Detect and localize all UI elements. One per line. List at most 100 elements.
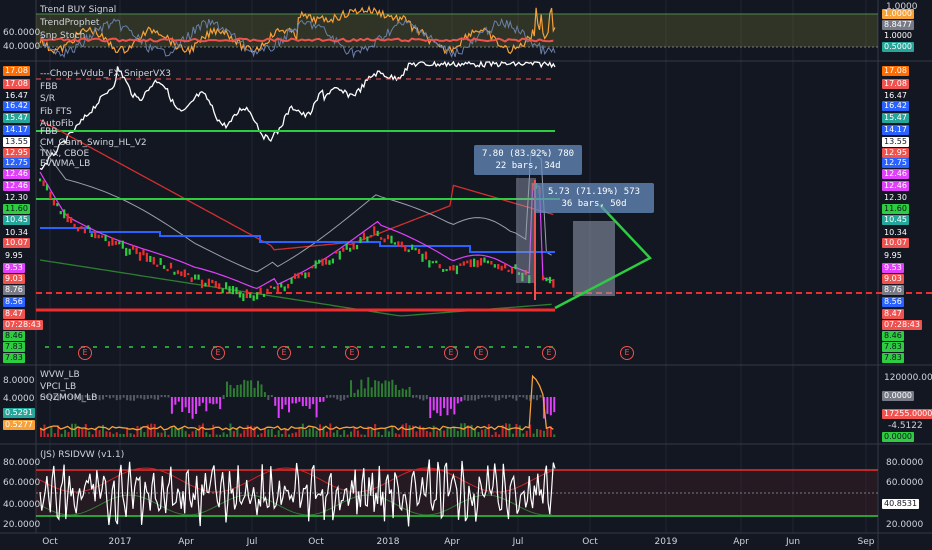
sqzmom-bar (277, 430, 280, 437)
measure-callout-2[interactable]: 5.73 (71.19%) 573 36 bars, 50d (534, 183, 654, 213)
candle (156, 264, 159, 267)
sqzmom-bar (494, 431, 497, 437)
sqzmom-bar (401, 424, 404, 437)
candle (145, 252, 148, 262)
sqzmom-bar (81, 428, 84, 437)
wvw-bar (377, 381, 380, 397)
sqzmom-bar (387, 431, 390, 437)
wvw-bar (208, 397, 211, 404)
right-axis-wvw-neg: -4.5122 (888, 421, 923, 431)
sqzmom-bar (525, 430, 528, 437)
wvw-bar (432, 397, 435, 411)
earnings-marker[interactable]: E (211, 346, 225, 360)
wvw-bar (353, 392, 356, 397)
earnings-marker[interactable]: E (444, 346, 458, 360)
candle (311, 266, 314, 269)
legend-rsidvw[interactable]: (JS) RSIDVW (v1.1) (40, 450, 124, 460)
candle (548, 276, 552, 284)
wvw-bar (315, 397, 318, 418)
wvw-bar (546, 397, 549, 414)
candle (473, 258, 476, 267)
sqzmom-bar (53, 433, 56, 437)
right-price-tag: 16.47 (882, 91, 909, 101)
earnings-marker[interactable]: E (277, 346, 291, 360)
legend-evwma[interactable]: EVWMA_LB (40, 159, 90, 169)
wvw-bar (491, 395, 494, 398)
sqzmom-bar (532, 433, 535, 437)
legend-fbb[interactable]: FBB (40, 82, 58, 92)
sqzmom-bar (377, 431, 380, 437)
earnings-marker[interactable]: E (345, 346, 359, 360)
wvw-bar (298, 397, 301, 402)
sqzmom-bar (511, 433, 514, 437)
sqzmom-bar (363, 434, 366, 437)
candle (118, 241, 121, 245)
earnings-marker[interactable]: E (542, 346, 556, 360)
wvw-bar (322, 397, 325, 402)
sqzmom-bar (84, 424, 87, 437)
candle (104, 234, 107, 242)
wvw-bar (201, 397, 204, 403)
legend-gann[interactable]: CM_Gann_Swing_HL_V2 (40, 138, 147, 148)
sqzmom-bar (215, 434, 218, 437)
wvw-bar (146, 395, 149, 400)
legend-vpci[interactable]: VPCI_LB (40, 382, 76, 392)
candle (207, 278, 210, 287)
wvw-bar (143, 395, 146, 400)
sqzmom-bar (50, 426, 53, 437)
legend-snp-stoch[interactable]: Snp Stoch (40, 31, 85, 41)
legend-trendprophet[interactable]: TrendProphet (40, 18, 99, 28)
candle (442, 268, 445, 272)
sqzmom-bar (315, 430, 318, 437)
legend-fbb-2[interactable]: FBB (40, 127, 58, 137)
rsi-pane[interactable] (36, 459, 878, 527)
earnings-marker[interactable]: E (78, 346, 92, 360)
sqzmom-bar (370, 428, 373, 437)
wvw-bar (463, 395, 466, 401)
sqzmom-bar (418, 425, 421, 437)
candle (545, 277, 548, 282)
candle (479, 258, 483, 266)
wvw-bar (408, 386, 411, 397)
earnings-marker[interactable]: E (620, 346, 634, 360)
right-price-tag: 12.46 (882, 169, 909, 179)
measure-callout-1[interactable]: 7.80 (83.92%) 780 22 bars, 34d (474, 145, 582, 175)
legend-sqzmom[interactable]: SQZMOM_LB (40, 393, 97, 403)
candle (362, 232, 366, 241)
candle (173, 271, 176, 275)
right-price-tag: 10.07 (882, 238, 909, 248)
left-price-tag: 8.47 (3, 309, 25, 319)
wvw-bar (367, 377, 370, 397)
wvw-bar (470, 395, 473, 401)
legend-fibfts[interactable]: Fib FTS (40, 107, 72, 117)
chart-canvas[interactable] (0, 0, 932, 550)
wvw-bar (195, 397, 198, 414)
wvw-bar (136, 395, 139, 399)
left-wvw-tag: 0.5291 (3, 408, 35, 418)
candle (149, 255, 152, 263)
right-price-tag: 12.75 (882, 158, 909, 168)
legend-wvw[interactable]: WVW_LB (40, 370, 80, 380)
candle (80, 226, 83, 230)
wvw-bar (133, 395, 136, 401)
sqzmom-bar (443, 430, 446, 437)
legend-sr[interactable]: S/R (40, 94, 55, 104)
legend-tnx[interactable]: TNX, CBOE (40, 149, 89, 159)
legend-chop[interactable]: ---Chop+Vdub_FX_SniperVX3 (40, 69, 171, 79)
right-price-tag: 7.83 (882, 342, 904, 352)
sqzmom-bar (539, 429, 542, 437)
earnings-marker[interactable]: E (474, 346, 488, 360)
candle (455, 265, 459, 275)
sqzmom-bar (205, 432, 208, 437)
right-axis-wvw-120000: 120000.0000 (884, 373, 932, 383)
sqzmom-bar (157, 432, 160, 437)
wvw-bar (549, 397, 552, 416)
legend-trend-buy[interactable]: Trend BUY Signal (40, 5, 116, 15)
candle (414, 247, 417, 251)
wvw-bar (511, 395, 514, 399)
wvw-bar (239, 384, 242, 397)
left-price-tag: 7.83 (3, 353, 25, 363)
candle (276, 285, 279, 292)
sqzmom-bar (46, 433, 49, 437)
candle (397, 241, 400, 247)
